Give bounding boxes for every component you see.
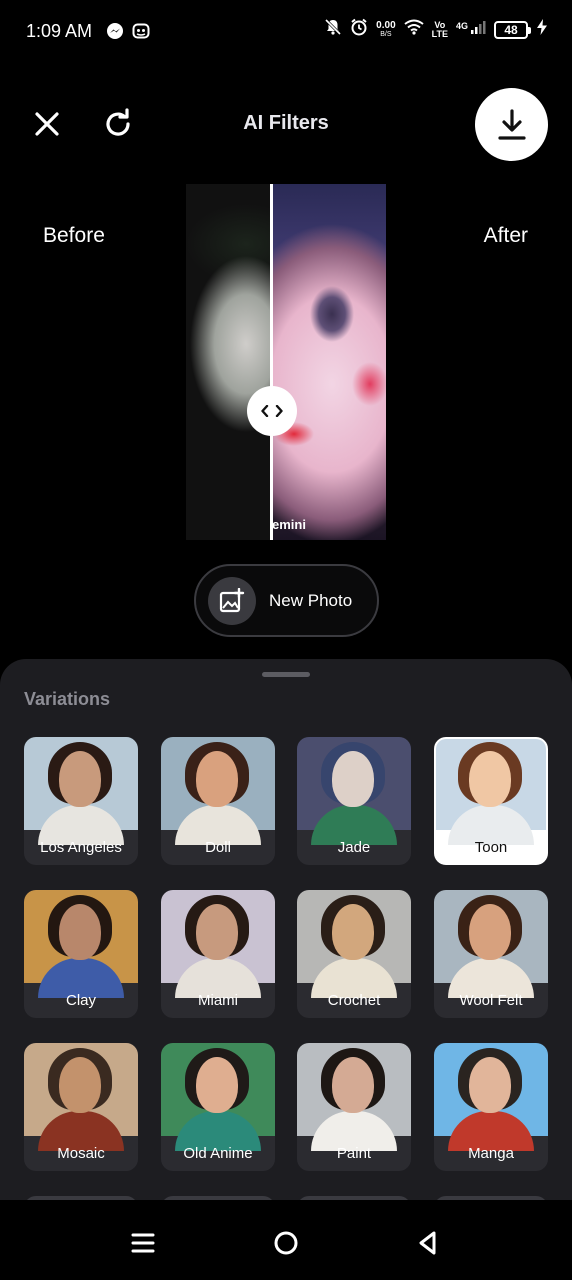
variation-thumbnail: [161, 1043, 275, 1151]
before-image: [186, 184, 272, 540]
variation-card[interactable]: Wool Felt: [434, 890, 548, 1018]
variation-label: Mosaic: [57, 1145, 105, 1162]
variation-card[interactable]: Jade: [297, 737, 411, 865]
home-icon: [274, 1231, 298, 1255]
volte-indicator: Vo LTE: [431, 19, 448, 39]
comparison-divider[interactable]: [270, 184, 273, 540]
variation-card[interactable]: Toon: [434, 737, 548, 865]
variation-label: Wool Felt: [459, 992, 523, 1009]
variation-card[interactable]: Old Anime: [161, 1043, 275, 1171]
variation-label: Clay: [65, 992, 96, 1009]
add-photo-icon: [208, 576, 256, 625]
recent-apps-button[interactable]: [126, 1226, 160, 1260]
alarm-icon: [350, 18, 368, 41]
variation-card[interactable]: Clay: [24, 890, 138, 1018]
sheet-grabber[interactable]: [262, 672, 310, 677]
download-icon: [497, 108, 526, 140]
variation-card[interactable]: Doll: [161, 737, 275, 865]
variation-thumbnail: [24, 737, 138, 845]
variation-thumbnail: [297, 1043, 411, 1151]
wifi-icon: [404, 19, 424, 40]
net-speed: 0.00 B/S: [376, 19, 396, 38]
signal-icon: [470, 19, 486, 40]
variation-card[interactable]: Mosaic: [24, 1043, 138, 1171]
variation-label: Miami: [198, 992, 238, 1009]
variation-label: Toon: [474, 839, 508, 856]
chevron-right-icon: [275, 405, 283, 417]
variation-label: Paint: [336, 1145, 372, 1162]
comparison-image[interactable]: emini: [186, 184, 386, 540]
home-button[interactable]: [269, 1226, 303, 1260]
variation-thumbnail: [434, 1043, 548, 1151]
download-button[interactable]: [475, 88, 548, 161]
variation-label: Old Anime: [183, 1145, 253, 1162]
variation-label: Los Angeles: [40, 839, 122, 856]
variation-thumbnail: [161, 890, 275, 998]
menu-icon: [131, 1233, 155, 1253]
back-button[interactable]: [411, 1226, 445, 1260]
charging-icon: [536, 18, 548, 41]
variation-card[interactable]: Paint: [297, 1043, 411, 1171]
after-label: After: [483, 224, 528, 247]
variation-label: Doll: [205, 839, 231, 856]
variation-thumbnail: [24, 890, 138, 998]
back-icon: [419, 1231, 436, 1255]
variations-title: Variations: [24, 689, 111, 709]
new-photo-button[interactable]: New Photo: [194, 564, 379, 637]
network-type: 4G: [455, 20, 468, 31]
variation-thumbnail: [434, 890, 548, 998]
variation-thumbnail: [297, 737, 411, 845]
app-notification-icon: [132, 22, 150, 45]
variation-thumbnail: [297, 890, 411, 998]
status-time: 1:09 AM: [26, 21, 93, 41]
variations-sheet: Variations Los Angeles Doll Jade Toon Clay Mi…: [0, 659, 572, 1219]
battery-icon: 48: [494, 20, 531, 39]
variation-thumbnail: [161, 737, 275, 845]
variation-label: Crochet: [327, 992, 381, 1009]
after-image: [272, 184, 386, 540]
new-photo-label: New Photo: [269, 590, 353, 610]
variation-thumbnail: [24, 1043, 138, 1151]
system-nav-bar: [0, 1200, 572, 1280]
variation-card[interactable]: Miami: [161, 890, 275, 1018]
before-label: Before: [43, 224, 105, 247]
variation-card[interactable]: Manga: [434, 1043, 548, 1171]
variation-card[interactable]: Crochet: [297, 890, 411, 1018]
variation-thumbnail: [436, 739, 546, 845]
variation-label: Jade: [337, 839, 371, 856]
variation-label: Manga: [468, 1145, 514, 1162]
comparison-slider-handle[interactable]: [247, 386, 297, 436]
watermark: emini: [272, 517, 306, 532]
messenger-icon: [106, 22, 124, 45]
status-bar: 1:09 AM 0.00 B/S Vo LTE 4G 48: [0, 0, 572, 64]
mute-icon: [324, 18, 342, 41]
variation-card[interactable]: Los Angeles: [24, 737, 138, 865]
chevron-left-icon: [261, 405, 269, 417]
